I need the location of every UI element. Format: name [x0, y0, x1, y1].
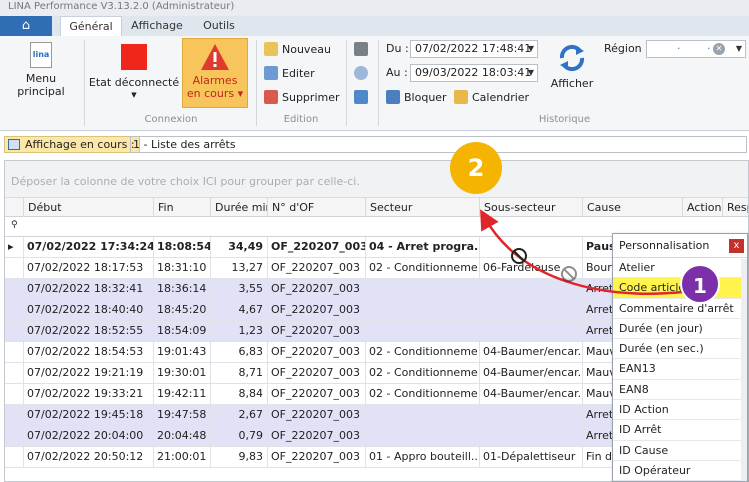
annotation-badge-1: 1 — [680, 264, 720, 304]
annotation-overlay — [480, 209, 684, 295]
annotation-badge-2: 2 — [450, 142, 502, 194]
no-drop-icon-faded — [561, 266, 577, 282]
no-drop-icon — [511, 248, 527, 264]
